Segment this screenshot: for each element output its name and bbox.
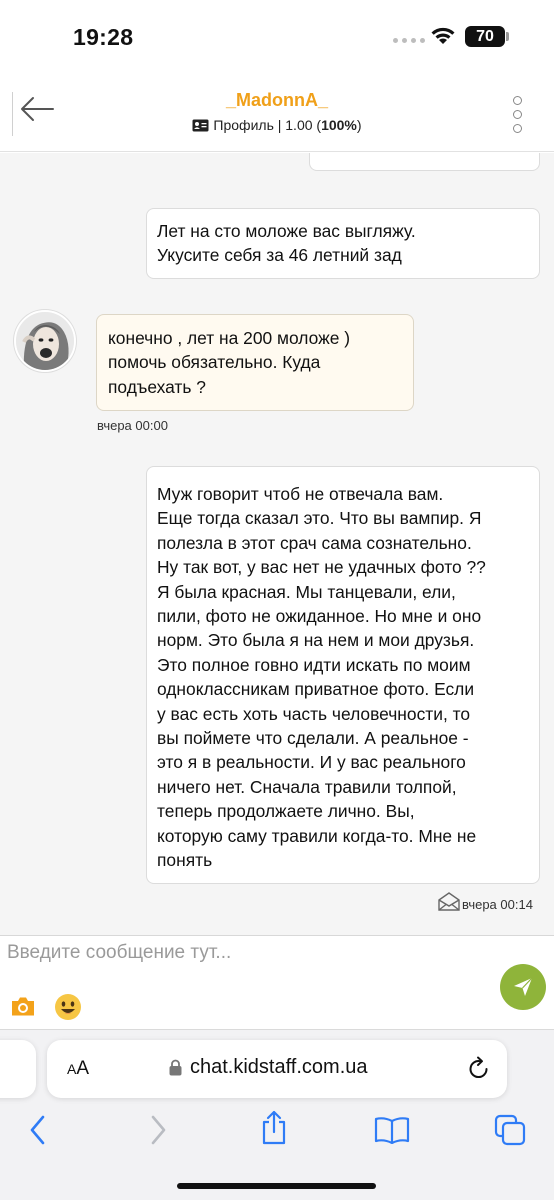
more-options-icon[interactable] [513, 96, 522, 133]
message-list[interactable]: Лет на сто моложе вас выгляжу. Укусите с… [0, 153, 554, 935]
chat-header: _MadonnA_ Профиль | 1.00 (100%) [0, 76, 554, 152]
camera-icon[interactable] [10, 996, 36, 1017]
battery-indicator: 70 [465, 26, 505, 47]
browser-forward-icon[interactable] [148, 1114, 168, 1146]
profile-rating-percent: 100% [321, 117, 357, 133]
profile-rating-close: ) [356, 117, 362, 133]
browser-bottom-bar: AA chat.kidstaff.com.ua [0, 1029, 554, 1200]
reader-settings-button[interactable]: AA [67, 1058, 89, 1080]
id-card-icon [192, 119, 209, 132]
tabs-icon[interactable] [494, 1114, 526, 1146]
message-text: Лет на сто моложе вас выгляжу. Укусите с… [157, 221, 416, 266]
send-button[interactable] [500, 964, 546, 1010]
previous-message-bubble [309, 153, 540, 171]
home-indicator [177, 1183, 376, 1189]
message-timestamp: вчера 00:00 [97, 418, 168, 433]
bookmarks-icon[interactable] [374, 1116, 410, 1144]
message-text: Муж говорит чтоб не отвечала вам. Еще то… [157, 484, 486, 871]
message-bubble-outgoing: Муж говорит чтоб не отвечала вам. Еще то… [146, 466, 540, 884]
profile-rating-text: Профиль | 1.00 ( [213, 117, 322, 133]
message-bubble-outgoing: Лет на сто моложе вас выгляжу. Укусите с… [146, 208, 540, 279]
signal-dots-icon [393, 38, 425, 43]
message-text: конечно , лет на 200 моложе ) помочь обя… [108, 328, 350, 397]
reload-icon[interactable] [468, 1056, 490, 1080]
emoji-icon[interactable] [54, 993, 82, 1021]
share-icon[interactable] [260, 1110, 288, 1146]
previous-tab-card[interactable] [0, 1040, 36, 1098]
wifi-icon [431, 27, 455, 44]
envelope-read-icon [438, 892, 460, 911]
send-icon [514, 977, 533, 996]
avatar[interactable] [14, 310, 76, 372]
message-input[interactable]: Введите сообщение тут... [7, 942, 231, 964]
chat-title[interactable]: _MadonnA_ [0, 90, 554, 111]
chat-subtitle[interactable]: Профиль | 1.00 (100%) [0, 117, 554, 133]
message-timestamp: вчера 00:14 [462, 897, 533, 912]
lock-icon [169, 1059, 182, 1076]
status-bar: 19:28 70 [0, 0, 554, 76]
status-time: 19:28 [73, 24, 134, 50]
browser-back-icon[interactable] [28, 1114, 48, 1146]
message-composer: Введите сообщение тут... [0, 935, 554, 1029]
url-text: chat.kidstaff.com.ua [190, 1056, 368, 1078]
battery-tip [506, 32, 509, 41]
message-bubble-incoming: конечно , лет на 200 моложе ) помочь обя… [96, 314, 414, 412]
address-bar[interactable]: AA chat.kidstaff.com.ua [47, 1040, 507, 1098]
avatar-photo [16, 312, 74, 370]
